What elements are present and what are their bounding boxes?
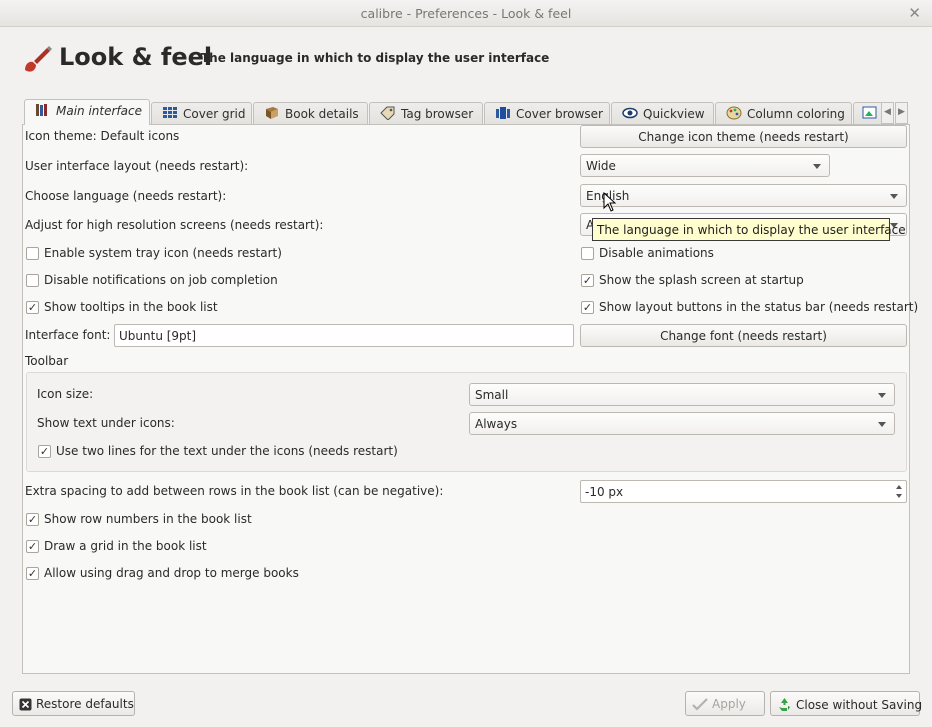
window-title: calibre - Preferences - Look & feel xyxy=(360,6,572,21)
icon-size-label: Icon size: xyxy=(37,387,94,401)
tab-scroll-right-icon[interactable]: ▶ xyxy=(895,102,908,124)
toolbar-heading: Toolbar xyxy=(25,354,69,368)
tooltips-checkbox[interactable]: ✓ xyxy=(26,301,39,314)
paintbrush-icon xyxy=(25,46,52,72)
tab-quickview[interactable]: Quickview xyxy=(611,102,714,124)
restore-defaults-label: Restore defaults xyxy=(36,697,134,711)
tab-label: Quickview xyxy=(643,107,705,121)
draw-grid-label: Draw a grid in the book list xyxy=(44,539,207,553)
spin-down-icon[interactable] xyxy=(896,494,902,498)
page-title: Look & feel xyxy=(59,43,213,71)
interface-font-label: Interface font: xyxy=(25,328,111,342)
change-font-button[interactable]: Change font (needs restart) xyxy=(580,324,907,347)
close-without-saving-button[interactable]: Close without Saving xyxy=(770,691,923,716)
tab-scroll-left-icon[interactable]: ◀ xyxy=(881,102,894,124)
disable-animations-checkbox[interactable] xyxy=(581,247,594,260)
tag-icon xyxy=(380,106,395,120)
spacing-value: -10 px xyxy=(585,485,624,499)
system-tray-label: Enable system tray icon (needs restart) xyxy=(44,246,282,260)
window-titlebar: calibre - Preferences - Look & feel ✕ xyxy=(0,0,932,27)
palette-icon xyxy=(726,106,742,120)
tab-label: Book details xyxy=(285,107,359,121)
row-numbers-label: Show row numbers in the book list xyxy=(44,512,252,526)
show-text-value: Always xyxy=(475,417,518,431)
mouse-cursor-icon xyxy=(603,192,617,212)
icon-theme-label: Icon theme: Default icons xyxy=(25,129,180,143)
restore-icon xyxy=(19,698,32,711)
drag-drop-checkbox[interactable]: ✓ xyxy=(26,567,39,580)
tab-cover-browser[interactable]: Cover browser xyxy=(484,102,610,124)
language-tooltip: The language in which to display the use… xyxy=(592,218,906,241)
splash-checkbox[interactable]: ✓ xyxy=(581,274,594,287)
tab-overflow[interactable] xyxy=(853,102,883,124)
layout-buttons-label: Show layout buttons in the status bar (n… xyxy=(599,300,919,314)
ui-layout-value: Wide xyxy=(586,159,616,173)
interface-font-field[interactable]: Ubuntu [9pt] xyxy=(114,324,574,347)
book-icon xyxy=(266,107,278,119)
chevron-down-icon xyxy=(813,164,821,169)
books-icon xyxy=(36,104,47,116)
disable-animations-label: Disable animations xyxy=(599,246,714,260)
spin-up-icon[interactable] xyxy=(896,485,902,489)
restore-defaults-button[interactable]: Restore defaults xyxy=(12,691,135,716)
high-res-label: Adjust for high resolution screens (need… xyxy=(25,218,324,232)
icon-size-value: Small xyxy=(475,388,509,402)
two-lines-label: Use two lines for the text under the ico… xyxy=(56,444,398,458)
page-subtitle: The language in which to display the use… xyxy=(201,51,550,65)
drag-drop-label: Allow using drag and drop to merge books xyxy=(44,566,299,580)
icon-size-select[interactable]: Small xyxy=(469,383,895,406)
tab-label: Tag browser xyxy=(401,107,474,121)
language-label: Choose language (needs restart): xyxy=(25,189,227,203)
recycle-icon xyxy=(779,698,790,711)
layout-buttons-checkbox[interactable]: ✓ xyxy=(581,301,594,314)
tab-label: Cover browser xyxy=(516,107,603,121)
disable-notifications-checkbox[interactable] xyxy=(26,274,39,287)
chevron-down-icon xyxy=(878,422,886,427)
tab-book-details[interactable]: Book details xyxy=(253,102,368,124)
tab-tag-browser[interactable]: Tag browser xyxy=(369,102,483,124)
close-without-saving-label: Close without Saving xyxy=(796,698,923,712)
chevron-down-icon xyxy=(890,194,898,199)
draw-grid-checkbox[interactable]: ✓ xyxy=(26,540,39,553)
row-numbers-checkbox[interactable]: ✓ xyxy=(26,513,39,526)
chevron-down-icon xyxy=(878,393,886,398)
system-tray-checkbox[interactable] xyxy=(26,247,39,260)
show-text-label: Show text under icons: xyxy=(37,416,175,430)
tab-column-coloring[interactable]: Column coloring xyxy=(715,102,852,124)
disable-notifications-label: Disable notifications on job completion xyxy=(44,273,278,287)
tab-label: Main interface xyxy=(56,104,142,118)
eye-icon xyxy=(622,107,638,119)
cover-flow-icon xyxy=(496,107,510,119)
image-edit-icon xyxy=(862,106,877,119)
window-close-icon[interactable]: ✕ xyxy=(908,4,921,22)
spacing-spinbox[interactable]: -10 px xyxy=(580,480,907,503)
two-lines-checkbox[interactable]: ✓ xyxy=(38,445,51,458)
tab-label: Column coloring xyxy=(747,107,845,121)
checkmark-icon xyxy=(692,698,708,711)
ui-layout-select[interactable]: Wide xyxy=(580,154,830,177)
apply-button[interactable]: Apply xyxy=(685,691,765,716)
language-select[interactable]: English xyxy=(580,184,907,207)
grid-icon xyxy=(163,107,177,118)
splash-label: Show the splash screen at startup xyxy=(599,273,804,287)
spacing-label: Extra spacing to add between rows in the… xyxy=(25,484,444,498)
apply-label: Apply xyxy=(712,697,746,711)
tooltips-label: Show tooltips in the book list xyxy=(44,300,218,314)
ui-layout-label: User interface layout (needs restart): xyxy=(25,159,249,173)
tab-main-interface[interactable]: Main interface xyxy=(24,99,150,125)
change-icon-theme-button[interactable]: Change icon theme (needs restart) xyxy=(580,125,907,148)
tab-cover-grid[interactable]: Cover grid xyxy=(151,102,252,124)
tab-label: Cover grid xyxy=(183,107,246,121)
show-text-select[interactable]: Always xyxy=(469,412,895,435)
